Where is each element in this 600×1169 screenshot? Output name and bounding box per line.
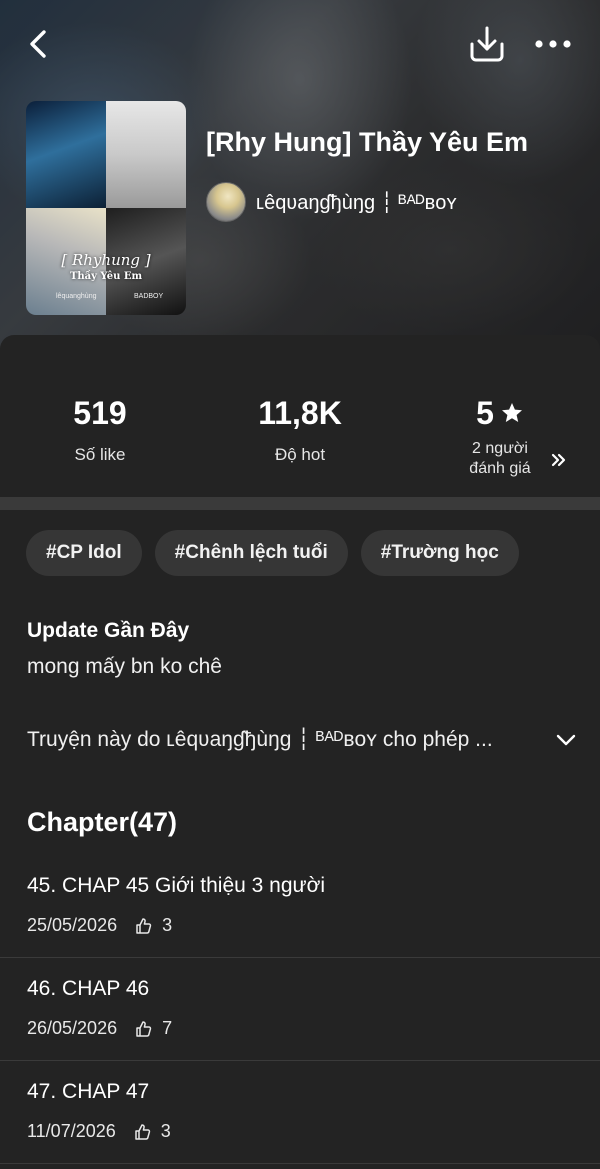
rating-value: 5 bbox=[476, 395, 494, 431]
chapter-date: 25/05/2026 bbox=[27, 915, 118, 935]
book-title: [Rhy Hung] Thầy Yêu Em bbox=[206, 127, 529, 157]
chapter-title[interactable]: 46. CHAP 46 bbox=[27, 977, 149, 1001]
back-arrow-icon[interactable] bbox=[22, 26, 54, 62]
likes-label: Số like bbox=[74, 445, 126, 464]
author-name[interactable]: ʟêqʋaŋɠђùŋg ┆ ᴮᴬᴰʙᴏʏ bbox=[256, 190, 457, 215]
book-cover: [ Rhyhung ] Thầy Yêu Em lêquanghùng BADB… bbox=[26, 101, 186, 315]
stats-bar: 519 Số like 11,8K Độ hot 5 2 người đánh … bbox=[0, 335, 600, 495]
rating-label-line2: đánh giá bbox=[469, 460, 531, 477]
stat-likes: 519 Số like bbox=[50, 393, 150, 465]
description-text: Truyện này do ʟêqʋaŋɠђùŋg ┆ ᴮᴬᴰʙᴏʏ cho p… bbox=[27, 728, 493, 751]
tag-list: #CP Idol #Chênh lệch tuổi #Trường học bbox=[26, 530, 519, 576]
list-item[interactable]: 45. CHAP 45 Giới thiệu 3 người 25/05/202… bbox=[0, 855, 600, 958]
description-toggle[interactable]: Truyện này do ʟêqʋaŋɠђùŋg ┆ ᴮᴬᴰʙᴏʏ cho p… bbox=[27, 727, 577, 752]
hot-label: Độ hot bbox=[274, 445, 326, 464]
chapter-like-count: 7 bbox=[162, 1018, 173, 1038]
avatar[interactable] bbox=[206, 182, 246, 222]
more-dots-icon[interactable] bbox=[532, 30, 574, 58]
chapter-title[interactable]: 47. CHAP 47 bbox=[27, 1080, 149, 1104]
content-panel: 519 Số like 11,8K Độ hot 5 2 người đánh … bbox=[0, 335, 600, 1169]
rating-label-line1: 2 người bbox=[472, 440, 528, 457]
thumbs-up-icon bbox=[136, 917, 152, 934]
tag-age-gap[interactable]: #Chênh lệch tuổi bbox=[154, 530, 348, 576]
cover-subtitle: Thầy Yêu Em bbox=[69, 271, 143, 282]
chapter-title[interactable]: 45. CHAP 45 Giới thiệu 3 người bbox=[27, 874, 325, 898]
stat-rating[interactable]: 5 2 người đánh giá bbox=[455, 393, 545, 479]
download-icon[interactable] bbox=[468, 24, 506, 64]
chevron-down-icon[interactable] bbox=[555, 732, 577, 748]
chapter-date: 11/07/2026 bbox=[27, 1121, 116, 1141]
likes-count: 519 bbox=[73, 395, 127, 431]
list-item[interactable]: 47. CHAP 47 11/07/2026 3 bbox=[0, 1061, 600, 1164]
chapter-date: 26/05/2026 bbox=[27, 1018, 118, 1038]
cover-badge-text: BADBOY bbox=[134, 293, 164, 300]
thumbs-up-icon bbox=[135, 1123, 150, 1140]
tag-school[interactable]: #Trường học bbox=[360, 530, 519, 576]
cover-author-text: lêquanghùng bbox=[56, 293, 97, 300]
chapter-list: 45. CHAP 45 Giới thiệu 3 người 25/05/202… bbox=[0, 855, 600, 1164]
hot-count: 11,8K bbox=[258, 395, 342, 431]
chapter-heading: Chapter(47) bbox=[27, 807, 178, 837]
tag-cp-idol[interactable]: #CP Idol bbox=[26, 530, 142, 576]
thumbs-up-icon bbox=[136, 1020, 152, 1037]
author-link[interactable]: ʟêqʋaŋɠђùŋg ┆ ᴮᴬᴰʙᴏʏ bbox=[206, 182, 457, 222]
update-text: mong mấy bn ko chê bbox=[27, 655, 222, 678]
chapter-like-count: 3 bbox=[160, 1121, 171, 1141]
stat-hot: 11,8K Độ hot bbox=[240, 393, 360, 465]
cover-script-title: [ Rhyhung ] bbox=[61, 251, 151, 269]
double-chevron-right-icon[interactable] bbox=[549, 450, 567, 470]
update-title: Update Gần Đây bbox=[27, 619, 190, 642]
star-icon bbox=[501, 403, 522, 422]
list-item[interactable]: 46. CHAP 46 26/05/2026 7 bbox=[0, 958, 600, 1061]
section-divider bbox=[0, 497, 600, 510]
chapter-like-count: 3 bbox=[162, 915, 173, 935]
